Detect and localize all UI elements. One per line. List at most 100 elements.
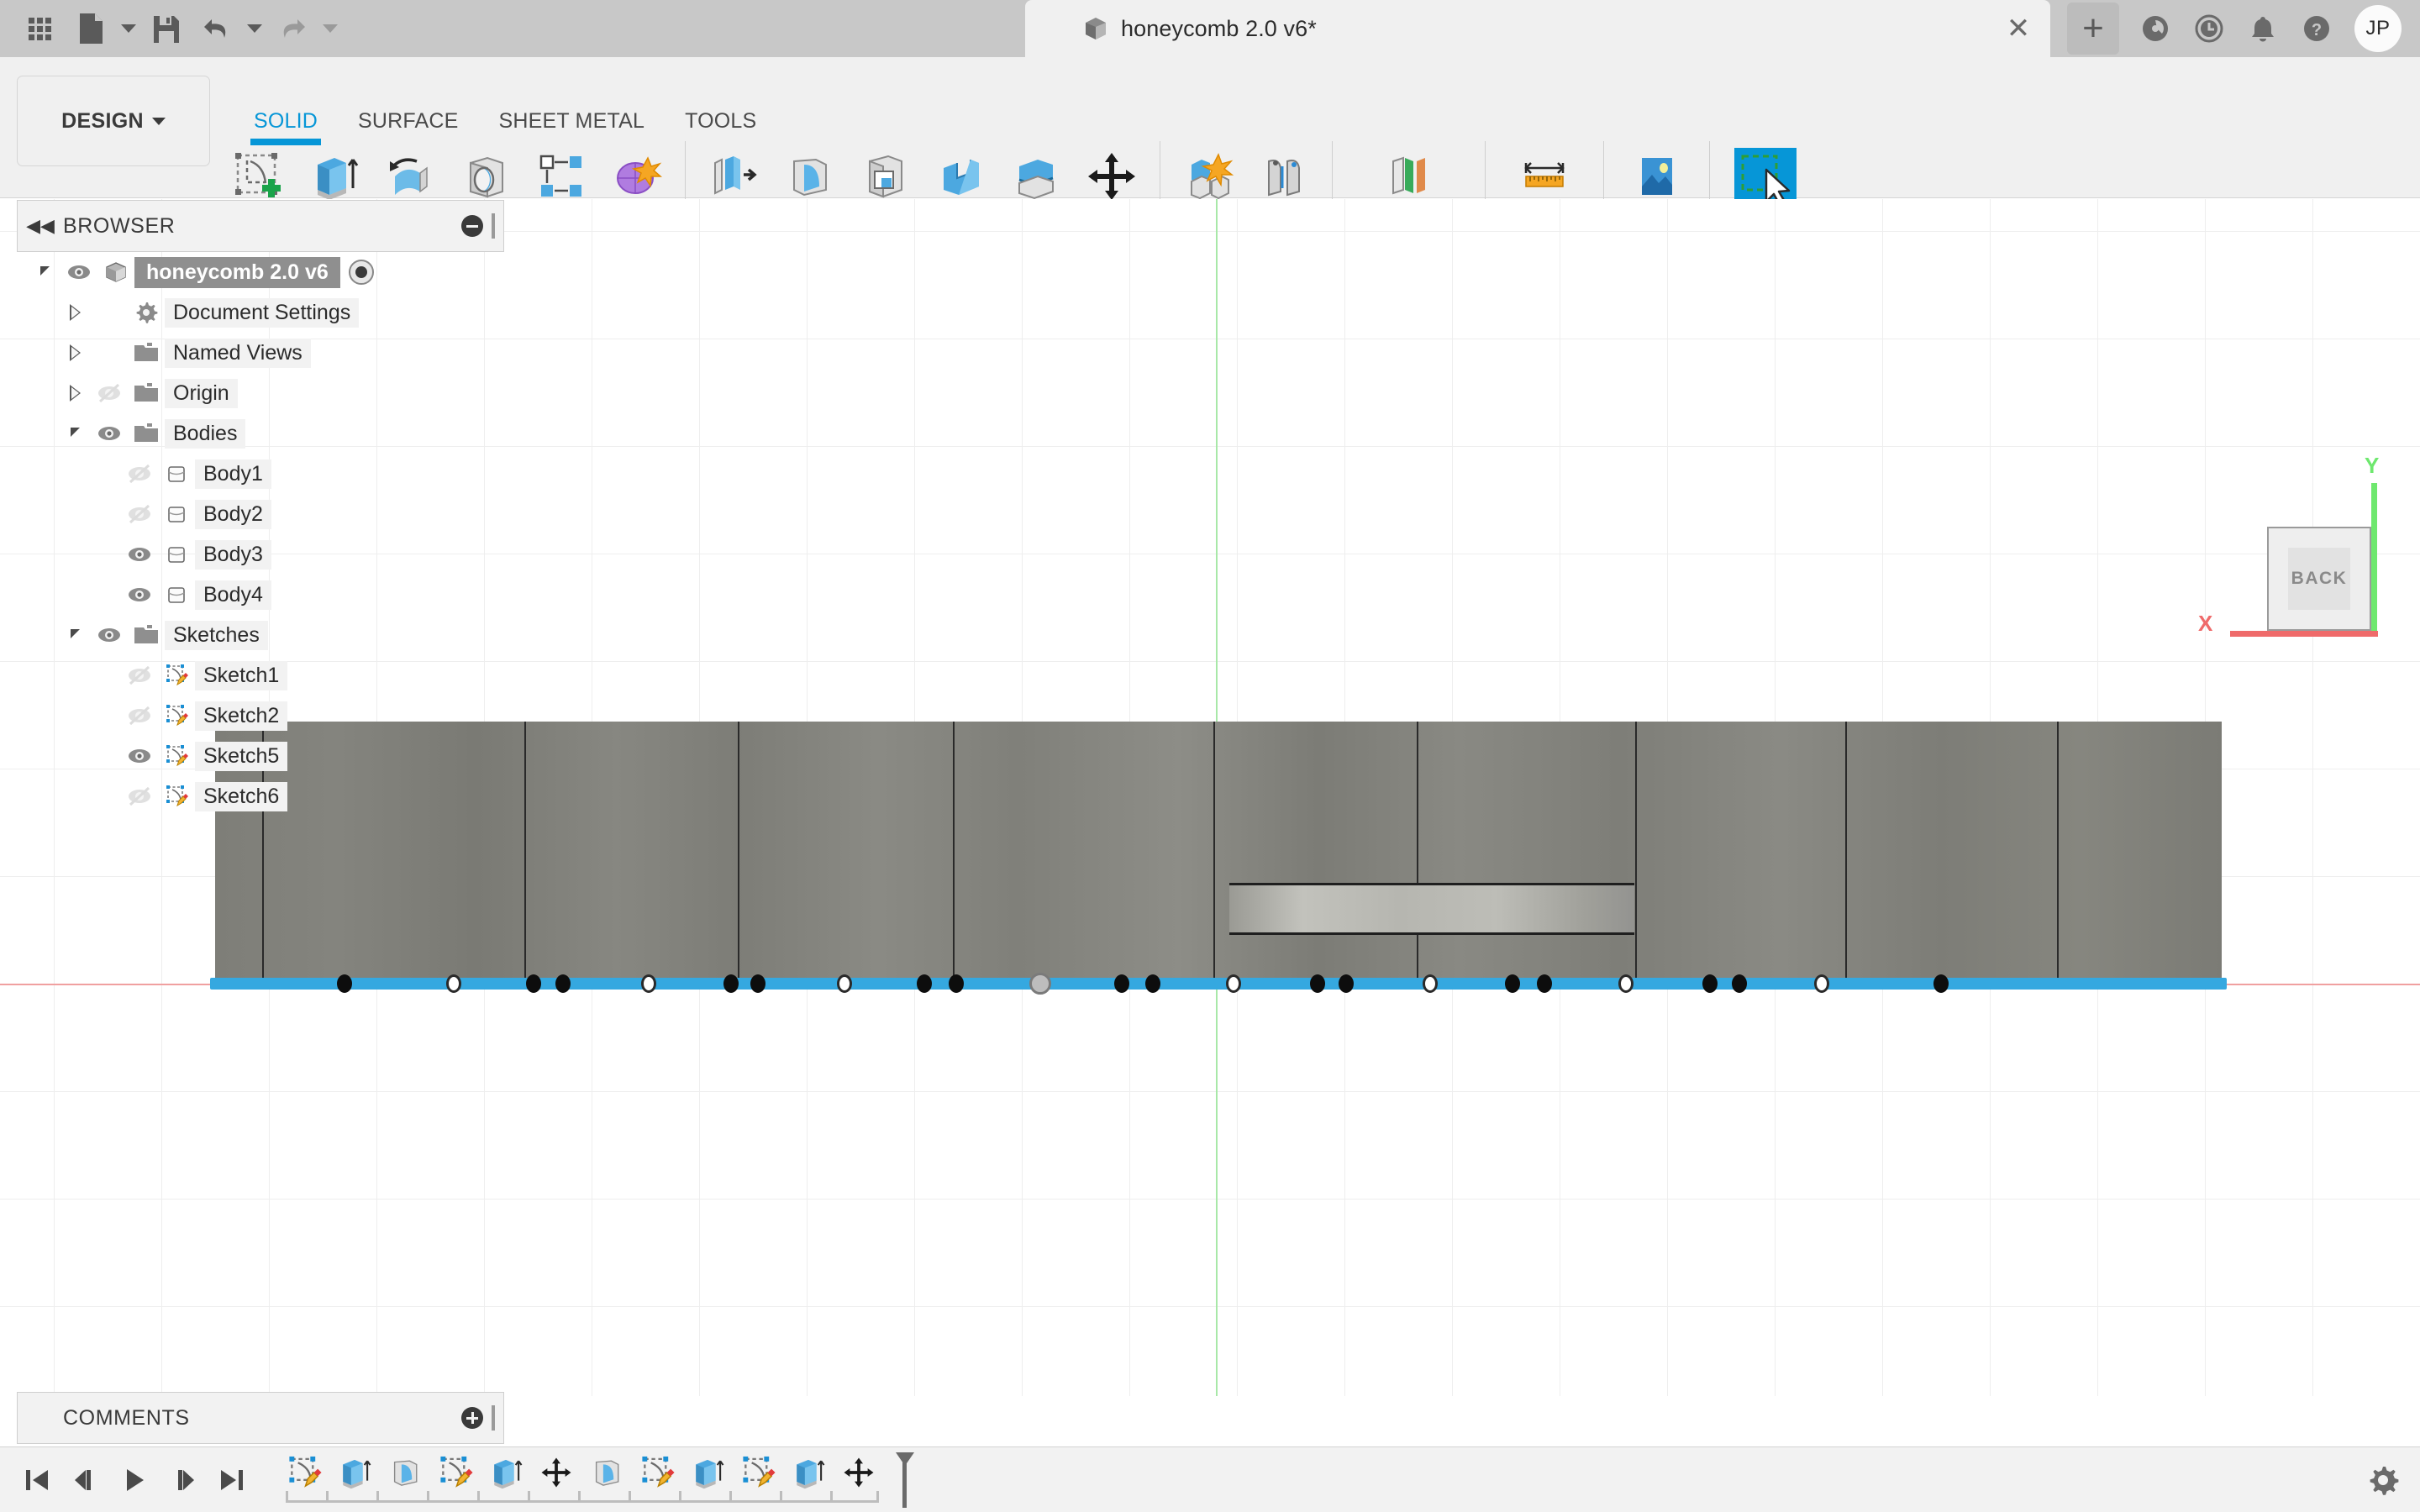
sketch-point[interactable]: [949, 974, 964, 993]
tab-sheet-metal[interactable]: SHEET METAL: [479, 109, 666, 134]
undo-dropdown-icon[interactable]: [244, 5, 266, 52]
workspace-selector[interactable]: DESIGN: [17, 76, 210, 166]
tree-item-body3[interactable]: Body3: [17, 534, 521, 575]
document-tab[interactable]: honeycomb 2.0 v6* ✕: [1025, 0, 2050, 57]
new-file-dropdown-icon[interactable]: [118, 5, 139, 52]
browser-minimize-icon[interactable]: [461, 215, 483, 237]
save-icon[interactable]: [143, 5, 190, 52]
sketch-point[interactable]: [1814, 974, 1829, 993]
go-to-end-icon[interactable]: [213, 1459, 250, 1501]
collapse-arrow-icon[interactable]: [59, 615, 91, 655]
timeline-sketch-1[interactable]: [282, 1451, 326, 1494]
tree-item-sketches[interactable]: Sketches: [17, 615, 521, 655]
tree-item-body4[interactable]: Body4: [17, 575, 521, 615]
sketch-construction-line[interactable]: [210, 978, 2227, 990]
sketch-point[interactable]: [1310, 974, 1325, 993]
expand-arrow-icon[interactable]: [59, 373, 91, 413]
undo-icon[interactable]: [193, 5, 240, 52]
browser-resize-grip[interactable]: [492, 213, 495, 239]
eye-visible-icon[interactable]: [121, 575, 158, 615]
sketch-point[interactable]: [1537, 974, 1552, 993]
sketch-point[interactable]: [555, 974, 571, 993]
view-cube[interactable]: Y X BACK: [2198, 453, 2379, 637]
notifications-bell-icon[interactable]: [2237, 3, 2289, 55]
timeline-sketch-4[interactable]: [736, 1451, 780, 1494]
timeline-fillet-1[interactable]: [383, 1451, 427, 1494]
tree-item-document-settings[interactable]: Document Settings: [17, 292, 521, 333]
expand-arrow-icon[interactable]: [59, 333, 91, 373]
tree-item-sketch6[interactable]: Sketch6: [17, 776, 521, 816]
timeline-sketch-2[interactable]: [434, 1451, 477, 1494]
sketch-point[interactable]: [1618, 974, 1634, 993]
tree-item-body1[interactable]: Body1: [17, 454, 521, 494]
tree-item-sketch5[interactable]: Sketch5: [17, 736, 521, 776]
tab-solid[interactable]: SOLID: [234, 109, 338, 145]
tree-item-sketch1[interactable]: Sketch1: [17, 655, 521, 696]
active-component-radio[interactable]: [348, 260, 374, 285]
sketch-point[interactable]: [750, 974, 765, 993]
tree-item-named-views[interactable]: Named Views: [17, 333, 521, 373]
app-grid-icon[interactable]: [17, 5, 64, 52]
tab-tools[interactable]: TOOLS: [665, 109, 776, 134]
eye-hidden-icon[interactable]: [121, 655, 158, 696]
tree-item-body2[interactable]: Body2: [17, 494, 521, 534]
eye-visible-icon[interactable]: [121, 736, 158, 776]
timeline-end-marker[interactable]: [889, 1451, 918, 1509]
timeline-extrude-4[interactable]: [786, 1451, 830, 1494]
sketch-point[interactable]: [1114, 974, 1129, 993]
comments-resize-grip[interactable]: [492, 1405, 495, 1431]
eye-hidden-icon[interactable]: [121, 454, 158, 494]
collapse-arrow-icon[interactable]: [59, 413, 91, 454]
avatar[interactable]: JP: [2354, 5, 2402, 52]
timeline-fillet-2[interactable]: [585, 1451, 629, 1494]
viewcube-face-back[interactable]: BACK: [2267, 527, 2371, 631]
step-forward-icon[interactable]: [165, 1459, 202, 1501]
sketch-point[interactable]: [1423, 974, 1438, 993]
eye-visible-icon[interactable]: [121, 534, 158, 575]
sketch-point[interactable]: [641, 974, 656, 993]
timeline-extrude-3[interactable]: [686, 1451, 729, 1494]
sketch-origin-point[interactable]: [1029, 973, 1051, 995]
timeline-settings-gear-icon[interactable]: [2366, 1463, 2400, 1497]
close-icon[interactable]: ✕: [2002, 12, 2035, 45]
job-status-icon[interactable]: [2183, 3, 2235, 55]
sketch-point[interactable]: [1732, 974, 1747, 993]
sketch-point[interactable]: [723, 974, 739, 993]
sketch-point[interactable]: [526, 974, 541, 993]
timeline-move-1[interactable]: [534, 1451, 578, 1494]
go-to-beginning-icon[interactable]: [18, 1459, 55, 1501]
collapse-arrow-icon[interactable]: [29, 252, 60, 292]
sketch-point[interactable]: [1933, 974, 1949, 993]
sketch-point[interactable]: [446, 974, 461, 993]
new-tab-icon[interactable]: +: [2067, 3, 2119, 55]
timeline-move-2[interactable]: [837, 1451, 881, 1494]
sketch-point[interactable]: [1702, 974, 1718, 993]
sketch-point[interactable]: [1339, 974, 1354, 993]
sketch-point[interactable]: [837, 974, 852, 993]
expand-arrow-icon[interactable]: [59, 292, 91, 333]
eye-hidden-icon[interactable]: [91, 373, 128, 413]
timeline-sketch-3[interactable]: [635, 1451, 679, 1494]
help-icon[interactable]: ?: [2291, 3, 2343, 55]
timeline-extrude-1[interactable]: [333, 1451, 376, 1494]
eye-visible-icon[interactable]: [91, 615, 128, 655]
step-back-icon[interactable]: [67, 1459, 104, 1501]
play-icon[interactable]: [116, 1459, 153, 1501]
sketch-point[interactable]: [1145, 974, 1160, 993]
redo-dropdown-icon[interactable]: [319, 5, 341, 52]
tree-item-bodies[interactable]: Bodies: [17, 413, 521, 454]
eye-hidden-icon[interactable]: [121, 776, 158, 816]
eye-hidden-icon[interactable]: [121, 494, 158, 534]
sketch-point[interactable]: [337, 974, 352, 993]
sketch-point[interactable]: [1226, 974, 1241, 993]
eye-visible-icon[interactable]: [60, 252, 97, 292]
eye-hidden-icon[interactable]: [121, 696, 158, 736]
tree-item-origin[interactable]: Origin: [17, 373, 521, 413]
browser-collapse-icon[interactable]: ◀◀: [18, 215, 63, 237]
redo-icon[interactable]: [269, 5, 316, 52]
add-comment-icon[interactable]: [461, 1407, 483, 1429]
extensions-icon[interactable]: [2129, 3, 2181, 55]
sketch-point[interactable]: [917, 974, 932, 993]
tab-surface[interactable]: SURFACE: [338, 109, 478, 134]
tree-item-sketch2[interactable]: Sketch2: [17, 696, 521, 736]
